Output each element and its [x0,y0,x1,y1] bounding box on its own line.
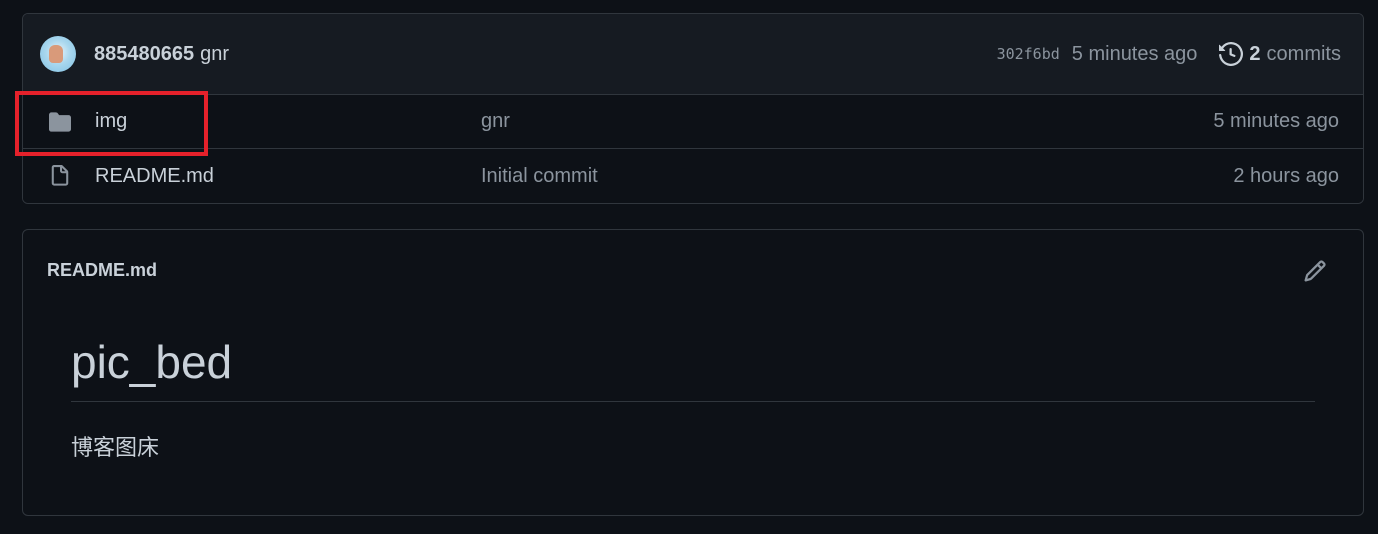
commit-sha[interactable]: 302f6bd [997,45,1060,63]
folder-icon [49,111,71,132]
readme-heading: pic_bed [71,335,1315,402]
avatar[interactable] [40,36,76,72]
commits-link[interactable]: 2 commits [1219,42,1341,66]
commit-author[interactable]: 885480665 [94,43,194,66]
commit-count: 2 [1249,42,1261,65]
edit-readme-button[interactable] [1303,259,1327,283]
latest-commit-bar: 885480665 gnr 302f6bd 5 minutes ago 2 co… [23,14,1363,95]
file-row[interactable]: img gnr 5 minutes ago [23,95,1363,149]
readme-description: 博客图床 [71,435,160,460]
file-age: 5 minutes ago [1213,110,1339,132]
file-row[interactable]: README.md Initial commit 2 hours ago [23,149,1363,203]
readme-content: pic_bed 博客图床 [71,335,1315,462]
readme-panel: README.md pic_bed 博客图床 [22,229,1364,516]
file-commit-message[interactable]: Initial commit [481,165,598,188]
file-age: 2 hours ago [1233,164,1339,187]
readme-filename[interactable]: README.md [47,260,157,281]
file-name[interactable]: README.md [95,165,214,188]
commits-label: commits [1266,42,1341,65]
file-browser: 885480665 gnr 302f6bd 5 minutes ago 2 co… [22,13,1364,204]
file-commit-message[interactable]: gnr [481,110,510,133]
commit-message[interactable]: gnr [200,43,229,66]
file-icon [51,165,69,186]
file-name[interactable]: img [95,110,127,133]
commit-time[interactable]: 5 minutes ago [1072,43,1198,66]
pencil-icon [1304,259,1326,282]
readme-header: README.md [23,230,1363,311]
history-icon [1219,42,1244,66]
